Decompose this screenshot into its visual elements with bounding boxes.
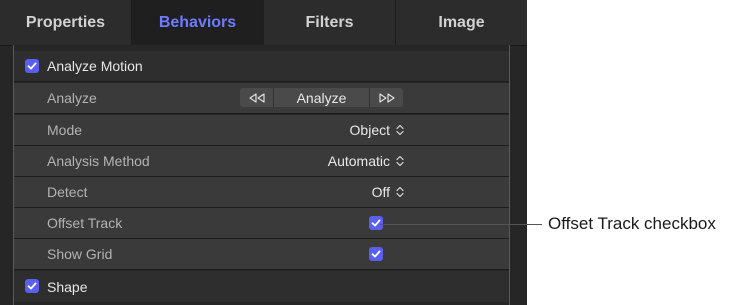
analysis-method-popup[interactable]: Automatic: [328, 153, 404, 169]
tab-properties[interactable]: Properties: [0, 0, 132, 45]
show-grid-checkbox[interactable]: [369, 247, 383, 261]
analyze-motion-label: Analyze Motion: [47, 58, 143, 74]
mode-value: Object: [349, 122, 390, 138]
analysis-method-label: Analysis Method: [47, 153, 150, 169]
shape-checkbox[interactable]: [25, 279, 39, 293]
shape-label: Shape: [47, 278, 88, 295]
mode-label: Mode: [47, 122, 83, 138]
step-backward-icon: [248, 92, 265, 103]
mode-row: Mode Object: [14, 115, 509, 146]
offset-track-checkbox[interactable]: [369, 216, 383, 230]
tab-behaviors[interactable]: Behaviors: [132, 0, 264, 45]
callout-label: Offset Track checkbox: [548, 214, 716, 233]
inspector-tabs: Properties Behaviors Filters Image: [0, 0, 527, 46]
shape-header: Shape: [14, 271, 509, 302]
detect-popup[interactable]: Off: [372, 184, 404, 200]
show-grid-row: Show Grid: [14, 239, 509, 270]
callout-line: [380, 224, 542, 225]
detect-row: Detect Off: [14, 177, 509, 208]
analyze-label: Analyze: [47, 90, 97, 106]
inspector-panel: Properties Behaviors Filters Image Analy…: [0, 0, 527, 305]
analyze-motion-checkbox[interactable]: [25, 59, 39, 73]
analyze-control: Analyze: [240, 88, 403, 107]
updown-chevron-icon: [396, 124, 404, 136]
step-forward-button[interactable]: [370, 88, 403, 107]
stage: Properties Behaviors Filters Image Analy…: [0, 0, 752, 305]
checkmark-icon: [27, 282, 37, 290]
step-backward-button[interactable]: [240, 88, 273, 107]
analyze-button[interactable]: Analyze: [274, 88, 369, 107]
step-forward-icon: [378, 92, 395, 103]
analyze-motion-header: Analyze Motion: [14, 51, 509, 82]
analysis-method-row: Analysis Method Automatic: [14, 146, 509, 177]
checkmark-icon: [371, 219, 381, 227]
show-grid-label: Show Grid: [47, 246, 113, 262]
checkmark-icon: [27, 62, 37, 70]
analysis-method-value: Automatic: [327, 153, 390, 169]
tab-image[interactable]: Image: [396, 0, 527, 45]
behavior-parameters: Analyze Motion Analyze Analyze Mode Obje…: [13, 45, 510, 305]
analyze-row: Analyze Analyze: [14, 83, 509, 114]
detect-label: Detect: [47, 184, 88, 200]
detect-value: Off: [371, 184, 390, 200]
tab-filters[interactable]: Filters: [264, 0, 396, 45]
updown-chevron-icon: [396, 186, 404, 198]
updown-chevron-icon: [396, 155, 404, 167]
checkmark-icon: [371, 250, 381, 258]
offset-track-label: Offset Track: [47, 215, 123, 231]
mode-popup[interactable]: Object: [350, 122, 404, 138]
